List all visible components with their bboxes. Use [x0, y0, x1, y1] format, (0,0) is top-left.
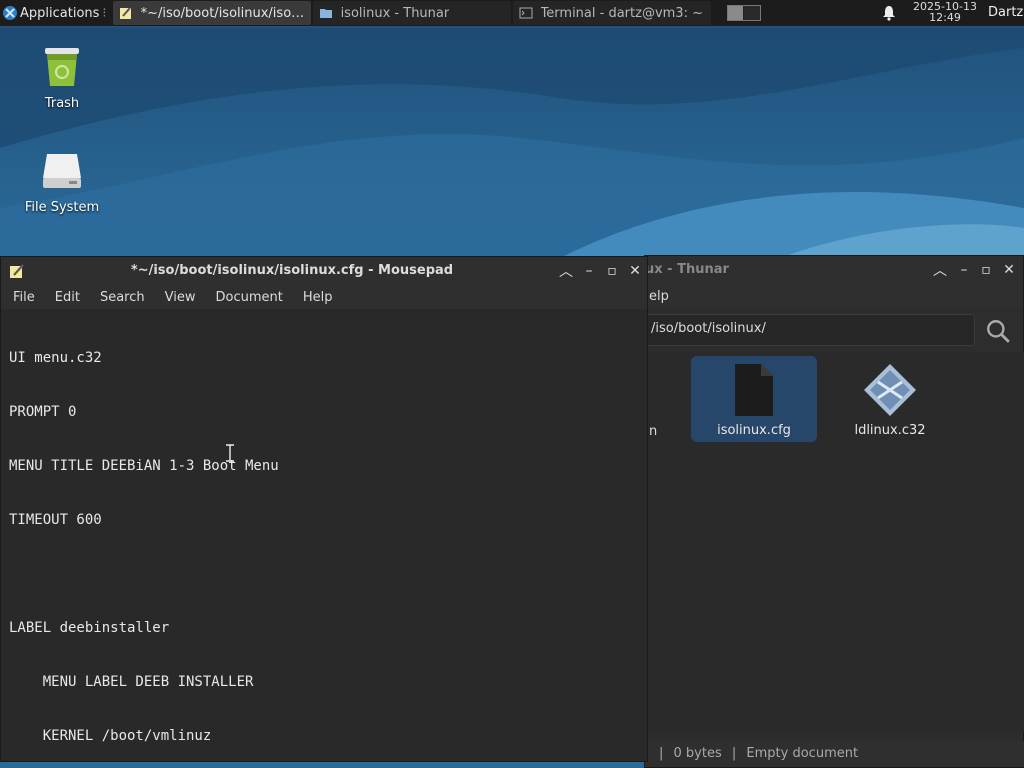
- taskbar-item-label: isolinux - Thunar: [340, 5, 450, 21]
- location-bar[interactable]: /iso/boot/isolinux/: [645, 314, 975, 346]
- file-item-isolinux-cfg[interactable]: isolinux.cfg: [691, 356, 817, 442]
- notification-bell-icon[interactable]: [882, 5, 896, 21]
- desktop-icon-trash[interactable]: Trash: [12, 44, 112, 111]
- file-item-label[interactable]: n: [649, 424, 657, 439]
- trash-icon: [45, 48, 79, 86]
- text-file-icon: [735, 364, 773, 416]
- file-item-label: isolinux.cfg: [717, 423, 791, 438]
- close-button[interactable]: ✕: [1000, 261, 1018, 279]
- applications-label: Applications: [20, 5, 100, 21]
- menu-document[interactable]: Document: [203, 290, 290, 305]
- minimize-button[interactable]: –: [580, 262, 598, 280]
- top-panel: Applications ⁝ *~/iso/boot/isolinux/isol…: [0, 0, 1024, 26]
- text-editor-area[interactable]: UI menu.c32 PROMPT 0 MENU TITLE DEEBiAN …: [1, 309, 647, 761]
- desktop-icon-label: Trash: [44, 96, 80, 111]
- taskbar-item-mousepad[interactable]: *~/iso/boot/isolinux/isol...: [112, 1, 311, 25]
- xfce-logo-icon: [3, 6, 17, 20]
- workspace-switcher[interactable]: [726, 5, 761, 21]
- mousepad-icon: [119, 7, 131, 19]
- mousepad-titlebar[interactable]: *~/iso/boot/isolinux/isolinux.cfg - Mous…: [1, 257, 647, 285]
- terminal-icon: [519, 7, 533, 19]
- editor-line: PROMPT 0: [9, 404, 77, 420]
- taskbar-item-label: *~/iso/boot/isolinux/isol...: [140, 5, 305, 21]
- editor-line: LABEL deebinstaller: [9, 620, 170, 636]
- menu-file[interactable]: File: [1, 290, 43, 305]
- desktop-icon-label: File System: [24, 200, 100, 215]
- applications-menu-button[interactable]: Applications ⁝: [0, 0, 113, 26]
- taskbar-item-label: Terminal - dartz@vm3: ~: [540, 5, 703, 21]
- folder-icon: [319, 9, 332, 18]
- editor-line: MENU TITLE DEEBiAN 1-3 Boot Menu: [9, 458, 279, 474]
- thunar-window: ux - Thunar ︿ – ▫ ✕ elp /iso/boot/isolin…: [644, 255, 1024, 768]
- menu-help[interactable]: elp: [645, 289, 677, 304]
- panel-clock[interactable]: 2025-10-13 12:49: [908, 1, 982, 23]
- workspace-2[interactable]: [744, 6, 760, 20]
- file-item-ldlinux-c32[interactable]: ldlinux.c32: [827, 356, 953, 442]
- drive-icon: [43, 154, 81, 188]
- thunar-titlebar[interactable]: ux - Thunar ︿ – ▫ ✕: [645, 256, 1023, 284]
- binary-file-icon: [864, 364, 916, 416]
- taskbar-item-terminal[interactable]: Terminal - dartz@vm3: ~: [512, 1, 711, 25]
- file-item-label: ldlinux.c32: [854, 423, 926, 438]
- menu-view[interactable]: View: [153, 290, 204, 305]
- menu-help[interactable]: Help: [291, 290, 341, 305]
- status-bar: | 0 bytes | Empty document: [645, 741, 1024, 767]
- user-menu[interactable]: Dartz: [988, 5, 1023, 20]
- mousepad-window: *~/iso/boot/isolinux/isolinux.cfg - Mous…: [0, 256, 648, 762]
- taskbar-item-thunar[interactable]: isolinux - Thunar: [312, 1, 511, 25]
- close-button[interactable]: ✕: [626, 262, 644, 280]
- status-size: 0 bytes: [673, 746, 722, 761]
- search-icon[interactable]: [985, 318, 1011, 344]
- roll-up-button[interactable]: ︿: [557, 262, 575, 280]
- desktop-icon-file-system[interactable]: File System: [12, 148, 112, 215]
- file-view[interactable]: n isolinux.cfg ldlinux.c32: [645, 352, 1024, 732]
- editor-line: TIMEOUT 600: [9, 512, 102, 528]
- thunar-menubar: elp: [645, 284, 1023, 308]
- editor-line: MENU LABEL DEEB INSTALLER: [9, 674, 254, 690]
- maximize-button[interactable]: ▫: [977, 261, 995, 279]
- window-title: *~/iso/boot/isolinux/isolinux.cfg - Mous…: [130, 263, 454, 278]
- maximize-button[interactable]: ▫: [603, 262, 621, 280]
- menu-edit[interactable]: Edit: [43, 290, 88, 305]
- mouse-ibeam-cursor-icon: [226, 444, 234, 462]
- mousepad-menubar: File Edit Search View Document Help: [1, 285, 647, 309]
- workspace-1[interactable]: [727, 6, 745, 20]
- minimize-button[interactable]: –: [955, 261, 973, 279]
- editor-line: KERNEL /boot/vmlinuz: [9, 728, 212, 744]
- status-type: Empty document: [746, 746, 859, 761]
- menu-search[interactable]: Search: [88, 290, 153, 305]
- editor-line: UI menu.c32: [9, 350, 102, 366]
- roll-up-button[interactable]: ︿: [931, 261, 949, 279]
- clock-time: 12:49: [929, 11, 961, 24]
